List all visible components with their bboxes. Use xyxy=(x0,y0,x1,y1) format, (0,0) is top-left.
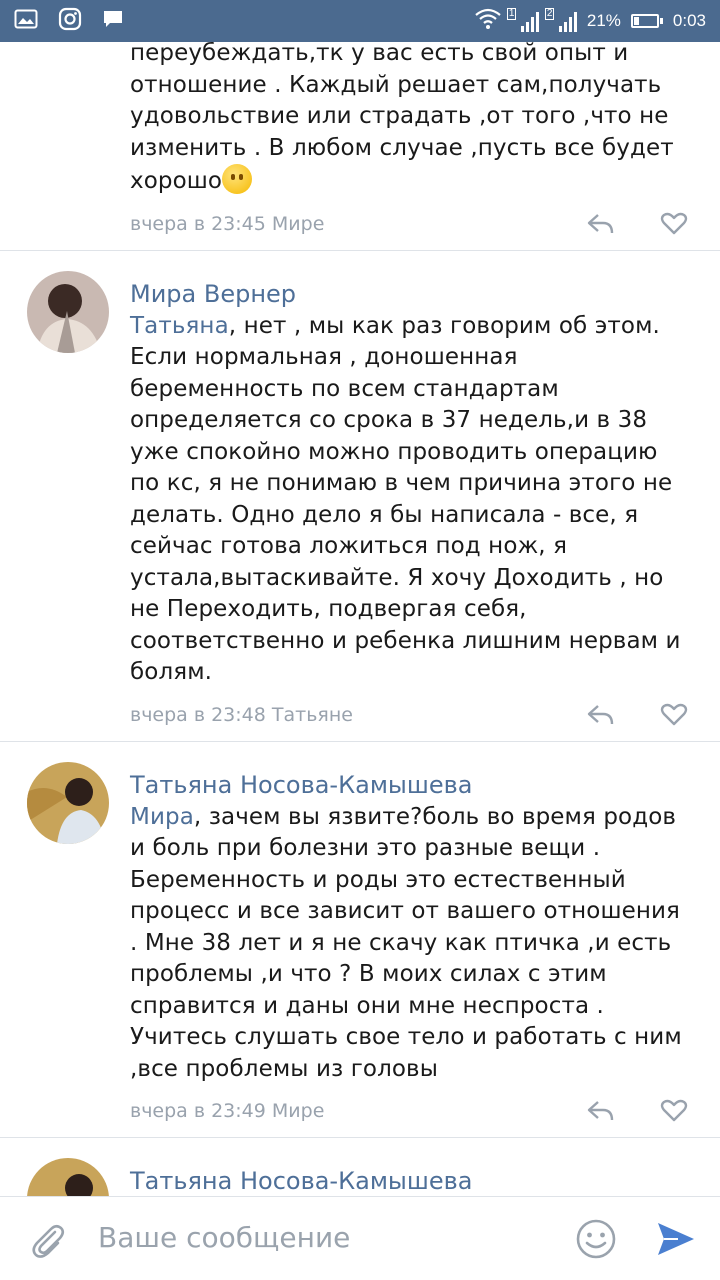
comment-meta: вчера в 23:45 Мире xyxy=(130,212,325,235)
battery-icon xyxy=(630,14,663,28)
comment-item: Татьяна Носова-Камышева Мира, зачем вы я… xyxy=(0,742,720,1138)
comment-item: Мира Вернер Татьяна, нет , мы как раз го… xyxy=(0,251,720,742)
comments-feed[interactable]: переубеждать,тк у вас есть свой опыт и о… xyxy=(0,42,720,1196)
comment-text: Мира, зачем вы язвите?боль во время родо… xyxy=(130,803,682,1082)
emoji-icon[interactable] xyxy=(574,1217,618,1266)
like-icon[interactable] xyxy=(660,703,688,727)
status-bar: 1 2 21% 0:03 xyxy=(0,0,720,42)
comment-author[interactable]: Татьяна Носова-Камышева xyxy=(130,742,690,802)
like-icon[interactable] xyxy=(660,212,688,236)
send-icon[interactable] xyxy=(654,1217,698,1266)
reply-icon[interactable] xyxy=(586,212,616,236)
comment-item: переубеждать,тк у вас есть свой опыт и о… xyxy=(0,42,720,251)
mention-link[interactable]: Татьяна xyxy=(130,313,229,339)
wifi-icon xyxy=(475,8,501,35)
gallery-icon xyxy=(14,9,38,34)
mention-link[interactable]: Мира xyxy=(130,804,194,830)
avatar[interactable] xyxy=(27,761,109,844)
comment-text: Татьяна, нет , мы как раз говорим об это… xyxy=(130,312,681,686)
comment-text: переубеждать,тк у вас есть свой опыт и о… xyxy=(130,42,674,194)
instagram-icon xyxy=(58,7,82,36)
comment-meta: вчера в 23:48 Татьяне xyxy=(130,703,353,726)
message-input[interactable]: Ваше сообщение xyxy=(98,1221,350,1254)
comment-author[interactable]: Татьяна Носова-Камышева xyxy=(130,1138,690,1196)
battery-fill xyxy=(633,17,639,25)
clock: 0:03 xyxy=(672,11,706,30)
message-icon xyxy=(102,8,124,35)
message-composer: Ваше сообщение xyxy=(0,1196,720,1280)
reply-icon[interactable] xyxy=(586,1099,616,1123)
avatar[interactable] xyxy=(27,270,109,353)
comment-meta: вчера в 23:49 Мире xyxy=(130,1100,325,1122)
smile-emoji-icon xyxy=(222,164,253,194)
signal-icon: 2 xyxy=(544,8,577,32)
reply-icon[interactable] xyxy=(586,703,616,727)
like-icon[interactable] xyxy=(660,1099,688,1123)
comment-author[interactable]: Мира Вернер xyxy=(130,251,690,311)
attach-icon[interactable] xyxy=(28,1221,68,1266)
avatar[interactable] xyxy=(27,1158,109,1196)
comment-item: Татьяна Носова-Камышева xyxy=(0,1138,720,1196)
signal-icon: 1 xyxy=(506,8,539,32)
battery-percent: 21% xyxy=(586,11,621,30)
